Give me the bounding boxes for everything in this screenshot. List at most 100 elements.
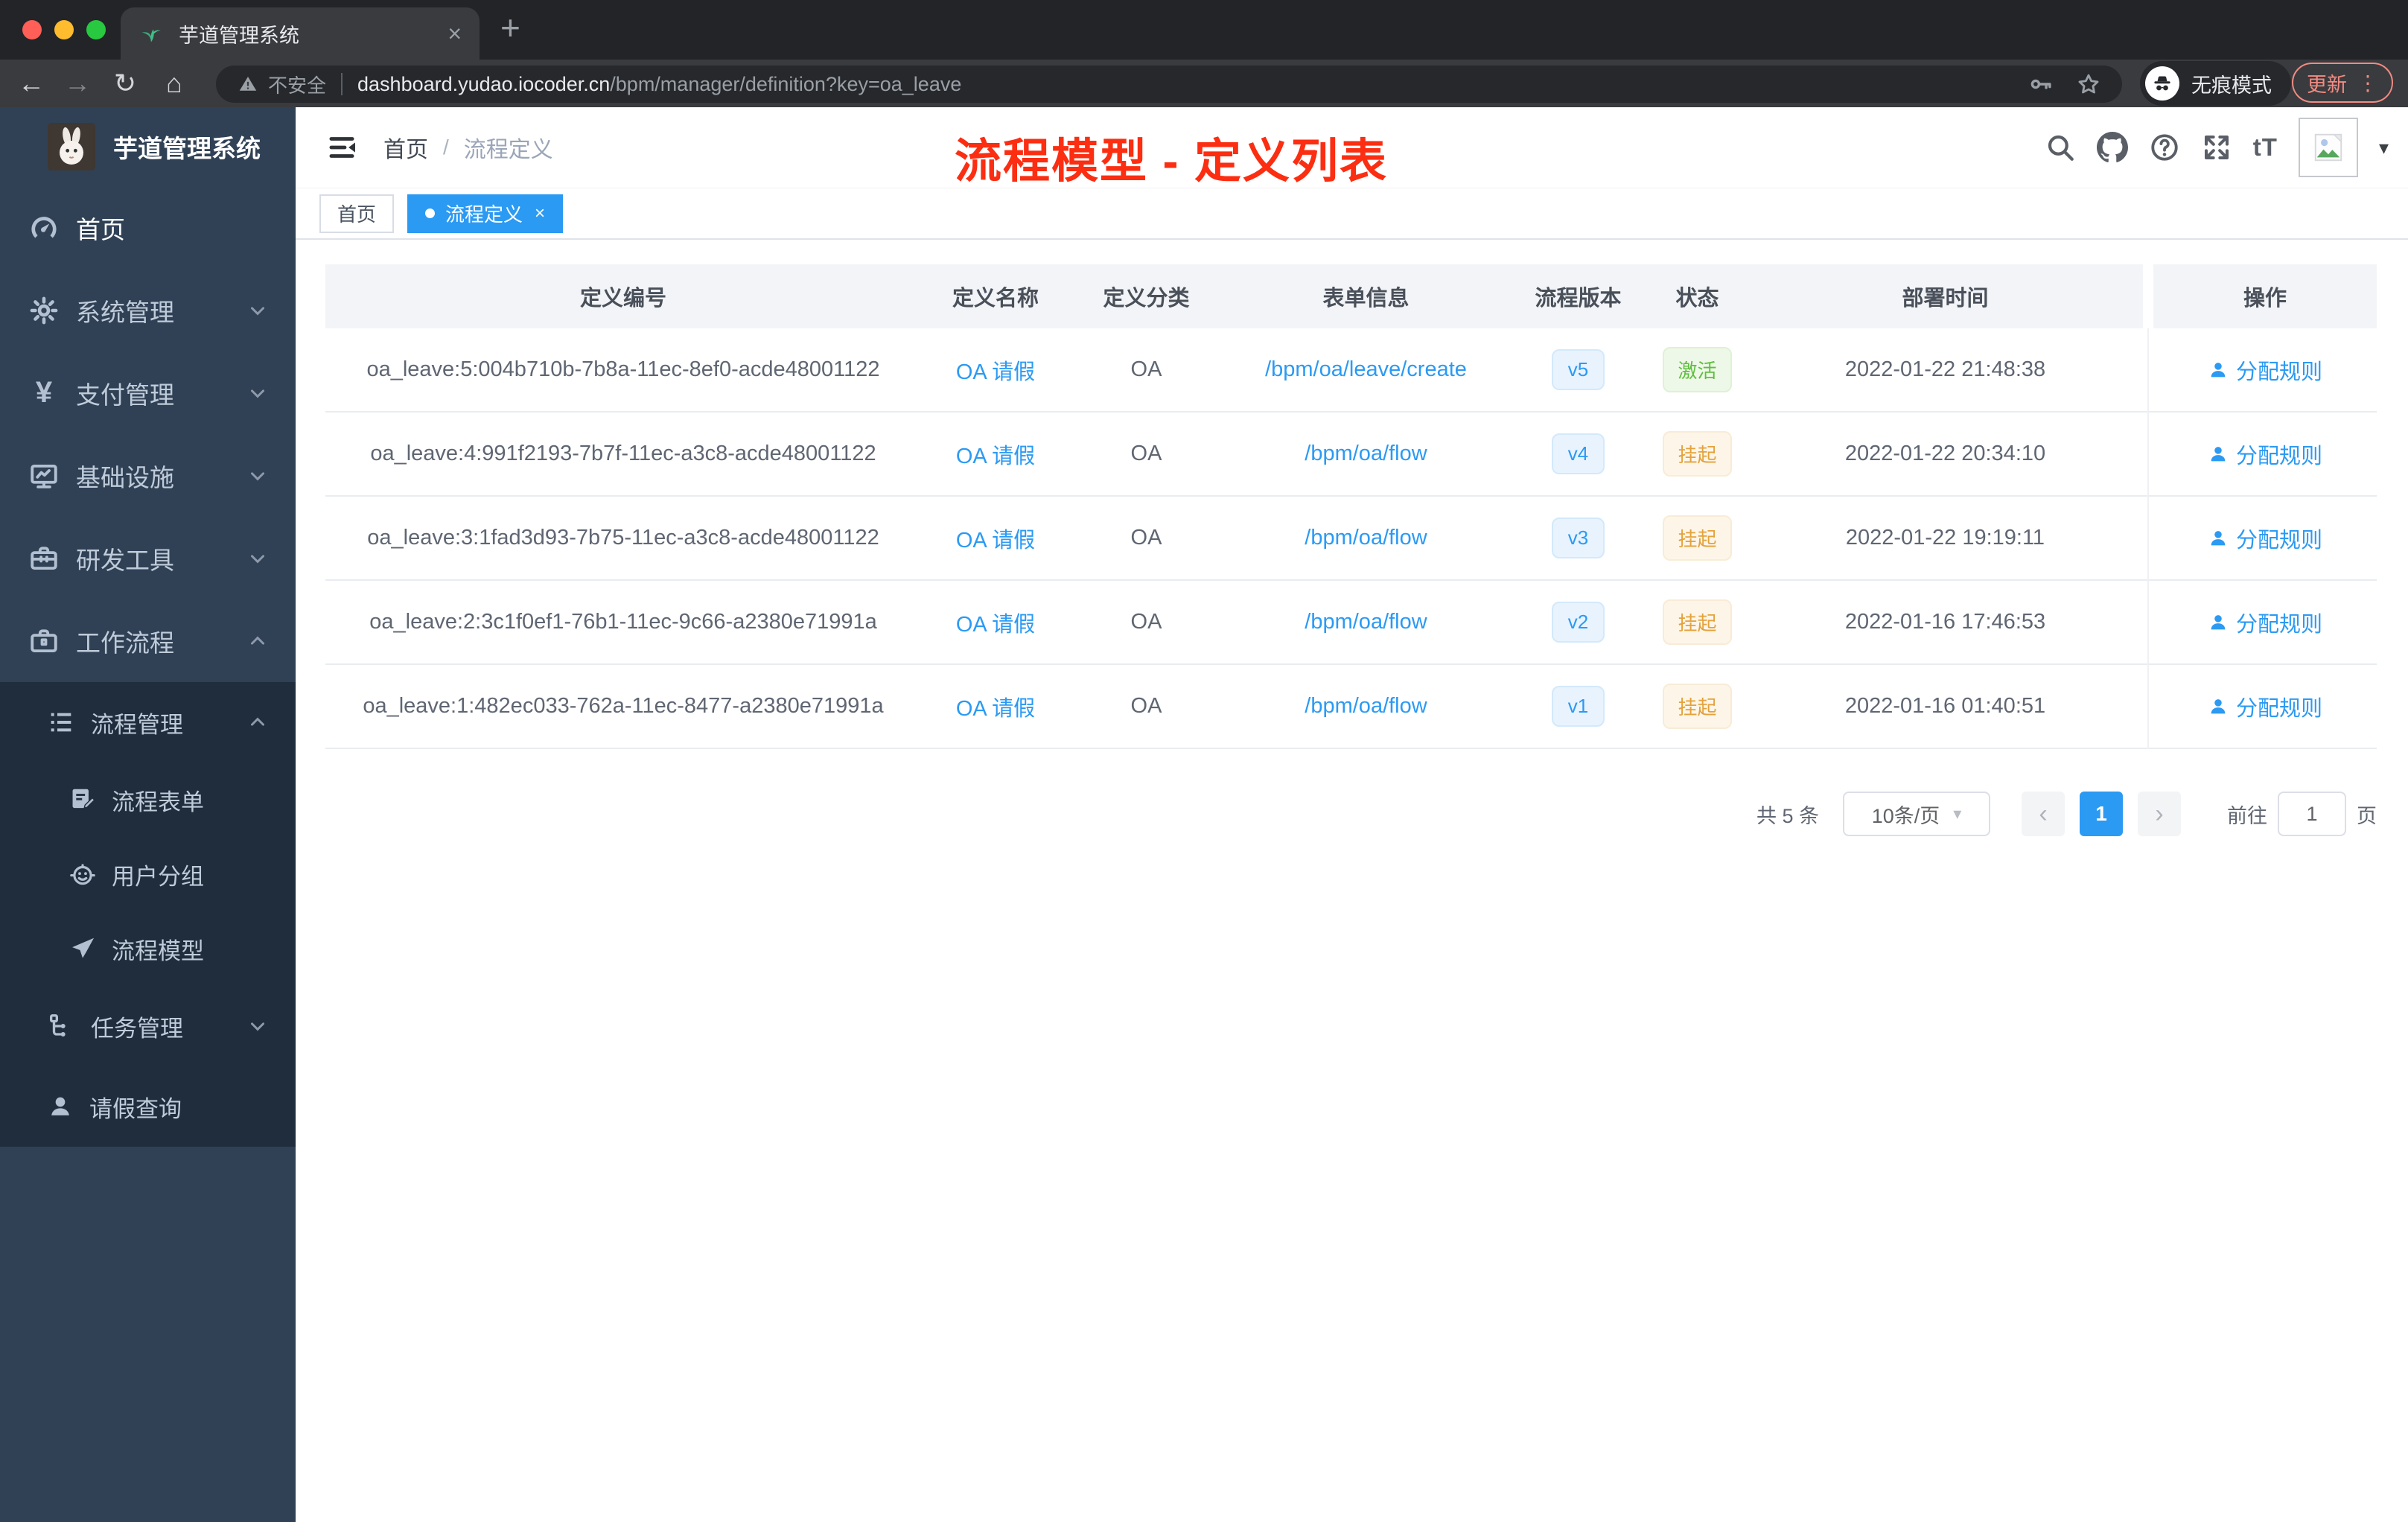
sidebar-toggle-hamburger-icon[interactable]	[325, 131, 358, 164]
version-badge[interactable]: v2	[1551, 602, 1605, 643]
tag-label: 首页	[337, 203, 377, 226]
cell-definition-name-link[interactable]: OA 请假	[921, 497, 1070, 579]
cell-form-link[interactable]: /bpm/oa/flow	[1223, 581, 1509, 663]
active-dot	[425, 208, 436, 218]
sidebar-item-home[interactable]: 首页	[0, 186, 296, 269]
tag-close-icon[interactable]: ×	[535, 203, 545, 224]
security-label[interactable]: 不安全	[268, 71, 326, 98]
table-row: oa_leave:1:482ec033-762a-11ec-8477-a2380…	[325, 665, 2377, 749]
table-header: 定义编号 定义名称 定义分类 表单信息 流程版本 状态 部署时间 操作	[325, 264, 2377, 328]
prev-page-button[interactable]: ‹	[2022, 792, 2065, 836]
cell-definition-name-link[interactable]: OA 请假	[921, 328, 1070, 411]
sidebar-item-user-group[interactable]: 用户分组	[0, 837, 296, 911]
back-button[interactable]: ←	[10, 60, 52, 107]
cell-definition-id: oa_leave:2:3c1f0ef1-76b1-11ec-9c66-a2380…	[369, 610, 877, 634]
assign-rule-button[interactable]: 分配规则	[2208, 691, 2322, 722]
column-header: 操作	[2153, 264, 2377, 328]
column-header: 状态	[1647, 264, 1748, 328]
browser-tabstrip: 芋道管理系统 × +	[0, 0, 2408, 60]
sidebar-submenu-workflow: 流程管理 流程表单 用户分组 流程模型 任务管理 请假查询	[0, 682, 296, 1147]
yen-icon: ¥	[35, 376, 53, 409]
reload-button[interactable]: ↻	[104, 60, 146, 107]
sidebar-item-leave-query[interactable]: 请假查询	[0, 1066, 296, 1147]
cell-definition-name-link[interactable]: OA 请假	[921, 413, 1070, 495]
tag-process-definition[interactable]: 流程定义 ×	[407, 194, 564, 233]
assign-rule-button[interactable]: 分配规则	[2208, 607, 2322, 638]
version-badge[interactable]: v4	[1551, 433, 1605, 474]
assign-rule-button[interactable]: 分配规则	[2208, 354, 2322, 386]
favicon-seedling-icon	[138, 21, 164, 46]
next-page-button[interactable]: ›	[2138, 792, 2181, 836]
cell-definition-id: oa_leave:3:1fad3d93-7b75-11ec-a3c8-acde4…	[367, 526, 879, 550]
new-tab-button[interactable]: +	[500, 10, 520, 45]
sidebar-item-workflow[interactable]: 工作流程	[0, 599, 296, 682]
sidebar-item-task-management[interactable]: 任务管理	[0, 986, 296, 1066]
column-header: 流程版本	[1509, 264, 1647, 328]
browser-update-button[interactable]: 更新 ⋮	[2292, 63, 2393, 103]
cell-definition-id: oa_leave:5:004b710b-7b8a-11ec-8ef0-acde4…	[366, 357, 880, 381]
avatar-caret-down-icon[interactable]: ▾	[2379, 136, 2389, 159]
version-badge[interactable]: v1	[1551, 686, 1605, 727]
sidebar-item-payment[interactable]: ¥ 支付管理	[0, 351, 296, 434]
column-header: 定义名称	[921, 264, 1070, 328]
breadcrumb-separator: /	[443, 136, 449, 159]
cell-definition-name-link[interactable]: OA 请假	[921, 581, 1070, 663]
fullscreen-icon[interactable]	[2201, 132, 2232, 163]
tab-close-icon[interactable]: ×	[447, 22, 462, 45]
user-icon	[2211, 446, 2226, 461]
tag-home[interactable]: 首页	[319, 194, 395, 233]
monitor-icon	[28, 460, 60, 491]
current-page-button[interactable]: 1	[2080, 792, 2123, 836]
avatar[interactable]	[2298, 118, 2358, 177]
home-button[interactable]: ⌂	[153, 60, 195, 107]
cell-form-link[interactable]: /bpm/oa/flow	[1223, 497, 1509, 579]
sidebar-item-label: 流程管理	[91, 711, 183, 738]
cell-deploy-time: 2022-01-22 19:19:11	[1845, 526, 2045, 550]
cell-form-link[interactable]: /bpm/oa/flow	[1223, 665, 1509, 748]
cell-form-link[interactable]: /bpm/oa/flow	[1223, 413, 1509, 495]
zoom-window-button[interactable]	[86, 20, 106, 39]
sidebar-item-process-management[interactable]: 流程管理	[0, 682, 296, 762]
assign-rule-button[interactable]: 分配规则	[2208, 523, 2322, 554]
sidebar-item-infrastructure[interactable]: 基础设施	[0, 434, 296, 517]
url-path: /bpm/manager/definition?key=oa_leave	[610, 72, 962, 95]
password-key-icon[interactable]	[2028, 71, 2054, 97]
address-bar[interactable]: 不安全 dashboard.yudao.iocoder.cn/bpm/manag…	[216, 66, 2122, 103]
update-label[interactable]: 更新	[2307, 69, 2347, 98]
sidebar-item-process-form[interactable]: 流程表单	[0, 762, 296, 837]
sidebar-item-label: 系统管理	[76, 298, 174, 326]
browser-tab[interactable]: 芋道管理系统 ×	[121, 7, 480, 60]
browser-menu-kebab-icon[interactable]: ⋮	[2357, 71, 2378, 95]
sidebar-logo[interactable]: 芋道管理系统	[0, 107, 296, 186]
sidebar-item-process-model[interactable]: 流程模型	[0, 911, 296, 986]
gear-icon	[28, 295, 60, 326]
cell-definition-name-link[interactable]: OA 请假	[921, 665, 1070, 748]
breadcrumb-home[interactable]: 首页	[383, 131, 428, 164]
search-icon[interactable]	[2045, 132, 2076, 163]
version-badge[interactable]: v5	[1551, 349, 1605, 390]
briefcase-icon	[28, 625, 60, 657]
help-icon[interactable]	[2149, 132, 2180, 163]
minimize-window-button[interactable]	[54, 20, 74, 39]
column-header: 部署时间	[1748, 264, 2143, 328]
user-icon	[46, 1092, 74, 1121]
font-size-icon[interactable]: tT	[2253, 133, 2278, 162]
version-badge[interactable]: v3	[1551, 518, 1605, 558]
goto-page-input[interactable]: 1	[2278, 792, 2346, 836]
sidebar: 芋道管理系统 首页 系统管理 ¥ 支付管理 基础设施 研发工具 工作流程 流程管…	[0, 107, 296, 1522]
github-icon[interactable]	[2096, 132, 2128, 163]
sidebar-item-label: 支付管理	[76, 380, 174, 409]
bookmark-star-icon[interactable]	[2076, 71, 2101, 97]
page-size-select[interactable]: 10条/页 ▾	[1843, 792, 1990, 836]
sidebar-item-system[interactable]: 系统管理	[0, 269, 296, 351]
paper-plane-icon	[69, 934, 97, 963]
close-window-button[interactable]	[22, 20, 42, 39]
assign-rule-button[interactable]: 分配规则	[2208, 439, 2322, 470]
sidebar-item-dev-tools[interactable]: 研发工具	[0, 517, 296, 599]
tags-view-bar: 首页 流程定义 ×	[296, 188, 2408, 240]
cell-form-link[interactable]: /bpm/oa/leave/create	[1223, 328, 1509, 411]
dashboard-icon	[28, 212, 60, 243]
column-header: 定义分类	[1070, 264, 1223, 328]
forward-button[interactable]: →	[57, 60, 98, 107]
window-controls	[22, 20, 106, 39]
